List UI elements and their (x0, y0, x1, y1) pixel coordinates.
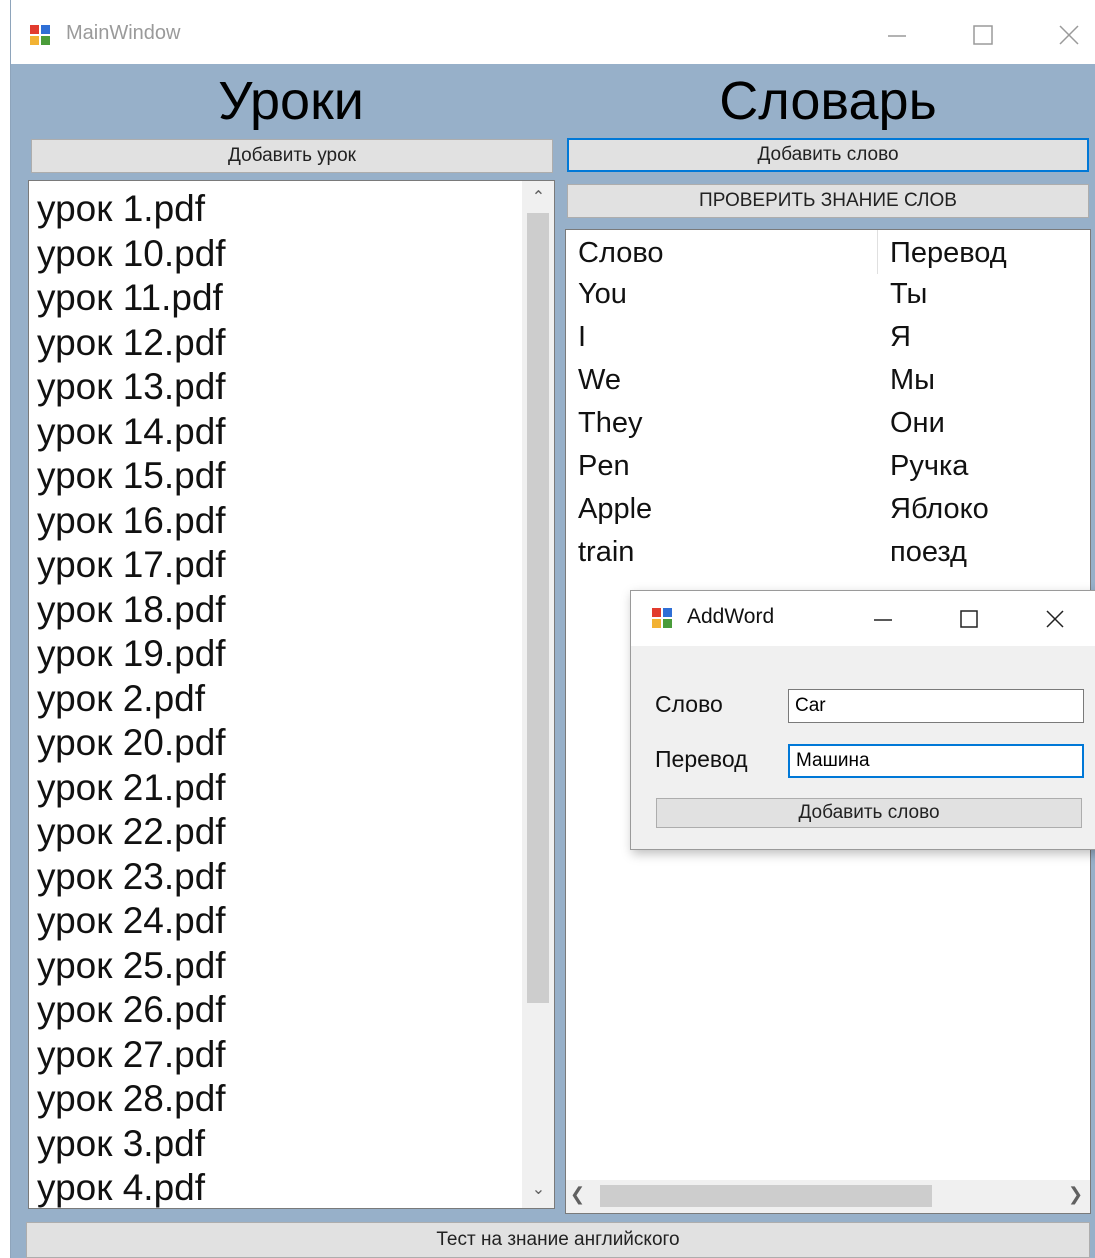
maximize-icon (973, 25, 993, 45)
word-cell: You (578, 278, 627, 310)
dictionary-heading: Словарь (719, 71, 937, 131)
translation-cell: Они (890, 407, 945, 439)
scroll-right-arrow-icon[interactable]: ❯ (1068, 1184, 1083, 1205)
list-item[interactable]: урок 26.pdf (37, 988, 517, 1033)
list-item[interactable]: урок 17.pdf (37, 543, 517, 588)
column-divider[interactable] (877, 230, 878, 274)
minimize-icon (874, 619, 892, 621)
scrollbar-thumb[interactable] (600, 1185, 932, 1207)
english-test-button[interactable]: Тест на знание английского (26, 1222, 1090, 1258)
close-icon (1046, 610, 1064, 628)
table-row[interactable]: You Ты (566, 278, 1090, 321)
list-item[interactable]: урок 13.pdf (37, 365, 517, 410)
translation-cell: поезд (890, 536, 967, 568)
translation-label: Перевод (655, 746, 748, 772)
table-row[interactable]: Pen Ручка (566, 450, 1090, 493)
window-title: MainWindow (66, 22, 181, 44)
maximize-button[interactable] (955, 14, 1011, 56)
check-words-button[interactable]: ПРОВЕРИТЬ ЗНАНИЕ СЛОВ (567, 184, 1089, 218)
app-icon (652, 608, 672, 628)
lessons-items: урок 1.pdf урок 10.pdf урок 11.pdf урок … (37, 187, 517, 1208)
list-item[interactable]: урок 10.pdf (37, 232, 517, 277)
list-item[interactable]: урок 24.pdf (37, 899, 517, 944)
table-row[interactable]: They Они (566, 407, 1090, 450)
dictionary-horizontal-scrollbar[interactable]: ❮ ❯ (566, 1180, 1090, 1213)
column-header-translation[interactable]: Перевод (890, 237, 1007, 270)
table-row[interactable]: We Мы (566, 364, 1090, 407)
title-bar[interactable]: MainWindow (11, 0, 1095, 64)
lessons-vertical-scrollbar[interactable]: ⌃ ⌄ (522, 181, 554, 1208)
translation-input[interactable] (788, 744, 1084, 778)
list-item[interactable]: урок 12.pdf (37, 321, 517, 366)
word-cell: train (578, 536, 635, 568)
lessons-heading: Уроки (218, 71, 364, 131)
word-cell: I (578, 321, 587, 353)
add-lesson-button[interactable]: Добавить урок (31, 139, 553, 173)
list-item[interactable]: урок 2.pdf (37, 677, 517, 722)
scroll-left-arrow-icon[interactable]: ❮ (570, 1184, 585, 1205)
minimize-button[interactable] (869, 14, 925, 56)
dialog-title: AddWord (687, 605, 775, 628)
scroll-up-arrow-icon[interactable]: ⌃ (522, 187, 554, 209)
dialog-maximize-button[interactable] (947, 599, 991, 639)
dialog-add-word-button[interactable]: Добавить слово (656, 798, 1082, 828)
list-item[interactable]: урок 23.pdf (37, 855, 517, 900)
dialog-title-bar[interactable]: AddWord (631, 591, 1095, 646)
scroll-down-arrow-icon[interactable]: ⌄ (522, 1179, 554, 1201)
dialog-close-button[interactable] (1033, 599, 1077, 639)
addword-dialog: AddWord Слово Перевод Добавить слово (630, 590, 1095, 850)
list-item[interactable]: урок 18.pdf (37, 588, 517, 633)
close-icon (1059, 25, 1079, 45)
list-item[interactable]: урок 15.pdf (37, 454, 517, 499)
list-item[interactable]: урок 14.pdf (37, 410, 517, 455)
word-input[interactable] (788, 689, 1084, 723)
translation-cell: Мы (890, 364, 936, 396)
table-row[interactable]: train поезд (566, 536, 1090, 579)
list-item[interactable]: урок 4.pdf (37, 1166, 517, 1208)
lessons-listbox[interactable]: урок 1.pdf урок 10.pdf урок 11.pdf урок … (28, 180, 555, 1209)
list-item[interactable]: урок 22.pdf (37, 810, 517, 855)
word-cell: Pen (578, 450, 630, 482)
scrollbar-thumb[interactable] (527, 213, 549, 1003)
app-icon (30, 25, 50, 45)
maximize-icon (960, 610, 978, 628)
word-cell: They (578, 407, 643, 439)
close-button[interactable] (1041, 14, 1095, 56)
word-cell: We (578, 364, 621, 396)
list-item[interactable]: урок 3.pdf (37, 1122, 517, 1167)
list-item[interactable]: урок 1.pdf (37, 187, 517, 232)
list-item[interactable]: урок 19.pdf (37, 632, 517, 677)
table-header: Слово Перевод (566, 230, 1090, 274)
list-item[interactable]: урок 25.pdf (37, 944, 517, 989)
dialog-minimize-button[interactable] (861, 599, 905, 639)
word-label: Слово (655, 691, 723, 717)
minimize-icon (888, 35, 906, 37)
add-word-button[interactable]: Добавить слово (567, 138, 1089, 172)
list-item[interactable]: урок 27.pdf (37, 1033, 517, 1078)
translation-cell: Яблоко (890, 493, 989, 525)
column-header-word[interactable]: Слово (578, 237, 664, 270)
table-row[interactable]: I Я (566, 321, 1090, 364)
list-item[interactable]: урок 20.pdf (37, 721, 517, 766)
list-item[interactable]: урок 21.pdf (37, 766, 517, 811)
list-item[interactable]: урок 11.pdf (37, 276, 517, 321)
table-row[interactable]: Apple Яблоко (566, 493, 1090, 536)
translation-cell: Я (890, 321, 911, 353)
translation-cell: Ручка (890, 450, 969, 482)
list-item[interactable]: урок 28.pdf (37, 1077, 517, 1122)
list-item[interactable]: урок 16.pdf (37, 499, 517, 544)
word-cell: Apple (578, 493, 653, 525)
translation-cell: Ты (890, 278, 928, 310)
